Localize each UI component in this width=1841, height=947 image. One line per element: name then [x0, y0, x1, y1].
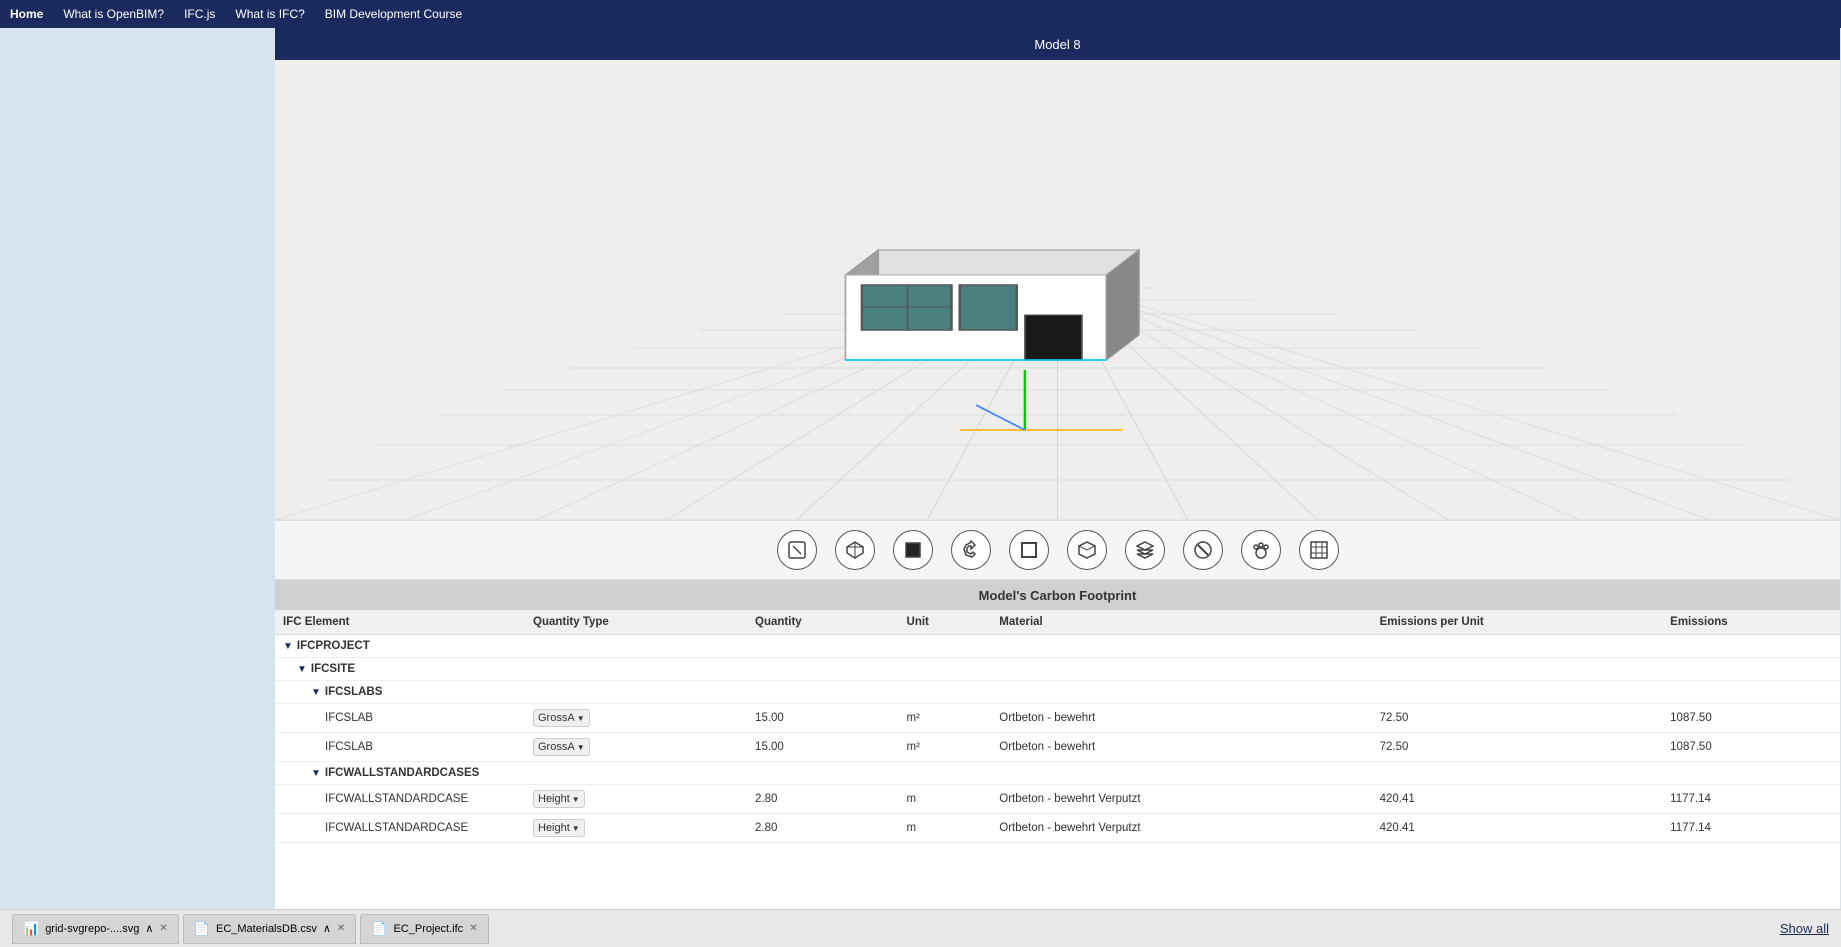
carbon-title: Model's Carbon Footprint	[275, 580, 1840, 610]
col-quantity-type: Quantity Type	[525, 610, 747, 635]
triangle-icon: ▼	[311, 687, 321, 698]
carbon-section: Model's Carbon Footprint IFC Element Qua…	[275, 580, 1840, 909]
table-row: ▼ IFCSLABS	[275, 681, 1840, 704]
tab-grid-svg-up[interactable]: ∧	[145, 922, 153, 935]
nav-bim-course[interactable]: BIM Development Course	[325, 7, 462, 21]
tab-grid-svg-label: grid-svgrepo-....svg	[45, 923, 139, 935]
group-label: IFCWALLSTANDARDCASES	[325, 767, 479, 779]
nav-ifc-js[interactable]: IFC.js	[184, 7, 215, 21]
group-label: IFCSITE	[311, 663, 355, 675]
show-all-button[interactable]: Show all	[1780, 921, 1829, 936]
main-area: Model 8	[0, 28, 1841, 909]
viewport-grid	[275, 60, 1840, 520]
table-row: ▼ IFCSITE	[275, 658, 1840, 681]
left-sidebar	[0, 28, 275, 909]
row-label: IFCSLAB	[325, 741, 373, 753]
frame-button[interactable]	[1009, 530, 1049, 570]
top-navigation: Home What is OpenBIM? IFC.js What is IFC…	[0, 0, 1841, 28]
tab-project-ifc[interactable]: 📄 EC_Project.ifc ✕	[360, 914, 488, 944]
cancel-button[interactable]	[1183, 530, 1223, 570]
group-label: IFCSLABS	[325, 686, 383, 698]
nav-home[interactable]: Home	[10, 7, 43, 21]
center-panel: Model 8	[275, 28, 1840, 909]
toolbar	[275, 520, 1840, 580]
qty-type-select[interactable]: GrossA	[533, 709, 590, 727]
col-emissions-per-unit: Emissions per Unit	[1372, 610, 1663, 635]
row-label: IFCWALLSTANDARDCASE	[325, 822, 468, 834]
col-ifc-element: IFC Element	[275, 610, 525, 635]
nav-what-is-openbim[interactable]: What is OpenBIM?	[63, 7, 164, 21]
ifc-file-icon: 📄	[371, 921, 387, 937]
tab-materials-csv-close[interactable]: ✕	[337, 923, 345, 934]
table-row: IFCWALLSTANDARDCASEHeight2.80mOrtbeton -…	[275, 814, 1840, 843]
col-emissions: Emissions	[1662, 610, 1840, 635]
rotate-button[interactable]	[951, 530, 991, 570]
tab-project-ifc-label: EC_Project.ifc	[393, 923, 463, 935]
bottom-bar: 📊 grid-svgrepo-....svg ∧ ✕ 📄 EC_Material…	[0, 909, 1841, 947]
csv-file-icon: 📄	[194, 921, 210, 937]
table-row: ▼ IFCWALLSTANDARDCASES	[275, 762, 1840, 785]
nav-what-is-ifc[interactable]: What is IFC?	[235, 7, 304, 21]
model-title: Model 8	[1034, 37, 1080, 52]
carbon-table-container[interactable]: IFC Element Quantity Type Quantity Unit …	[275, 610, 1840, 909]
svg-file-icon: 📊	[23, 921, 39, 937]
table-row: IFCSLABGrossA15.00m²Ortbeton - bewehrt72…	[275, 733, 1840, 762]
tab-grid-svg[interactable]: 📊 grid-svgrepo-....svg ∧ ✕	[12, 914, 179, 944]
group-label: IFCPROJECT	[297, 640, 370, 652]
tab-materials-up[interactable]: ∧	[323, 922, 331, 935]
viewport-3d[interactable]	[275, 60, 1840, 520]
row-label: IFCWALLSTANDARDCASE	[325, 793, 468, 805]
col-quantity: Quantity	[747, 610, 898, 635]
qty-type-select[interactable]: Height	[533, 819, 585, 837]
tab-project-ifc-close[interactable]: ✕	[469, 923, 477, 934]
col-material: Material	[991, 610, 1371, 635]
row-label: IFCSLAB	[325, 712, 373, 724]
qty-type-select[interactable]: Height	[533, 790, 585, 808]
tab-grid-svg-close[interactable]: ✕	[159, 923, 167, 934]
paw-button[interactable]	[1241, 530, 1281, 570]
carbon-table: IFC Element Quantity Type Quantity Unit …	[275, 610, 1840, 843]
col-unit: Unit	[899, 610, 992, 635]
triangle-icon: ▼	[311, 768, 321, 779]
tab-materials-csv[interactable]: 📄 EC_MaterialsDB.csv ∧ ✕	[183, 914, 357, 944]
grid-button[interactable]	[1299, 530, 1339, 570]
layers-button[interactable]	[1125, 530, 1165, 570]
triangle-icon: ▼	[297, 664, 307, 675]
cube-button[interactable]	[835, 530, 875, 570]
triangle-icon: ▼	[283, 641, 293, 652]
tab-materials-csv-label: EC_MaterialsDB.csv	[216, 923, 317, 935]
box-outline-button[interactable]	[1067, 530, 1107, 570]
table-row: IFCSLABGrossA15.00m²Ortbeton - bewehrt72…	[275, 704, 1840, 733]
table-row: IFCWALLSTANDARDCASEHeight2.80mOrtbeton -…	[275, 785, 1840, 814]
square-fill-button[interactable]	[893, 530, 933, 570]
table-row: ▼ IFCPROJECT	[275, 635, 1840, 658]
qty-type-select[interactable]: GrossA	[533, 738, 590, 756]
model-title-bar: Model 8	[275, 28, 1840, 60]
pencil-button[interactable]	[777, 530, 817, 570]
